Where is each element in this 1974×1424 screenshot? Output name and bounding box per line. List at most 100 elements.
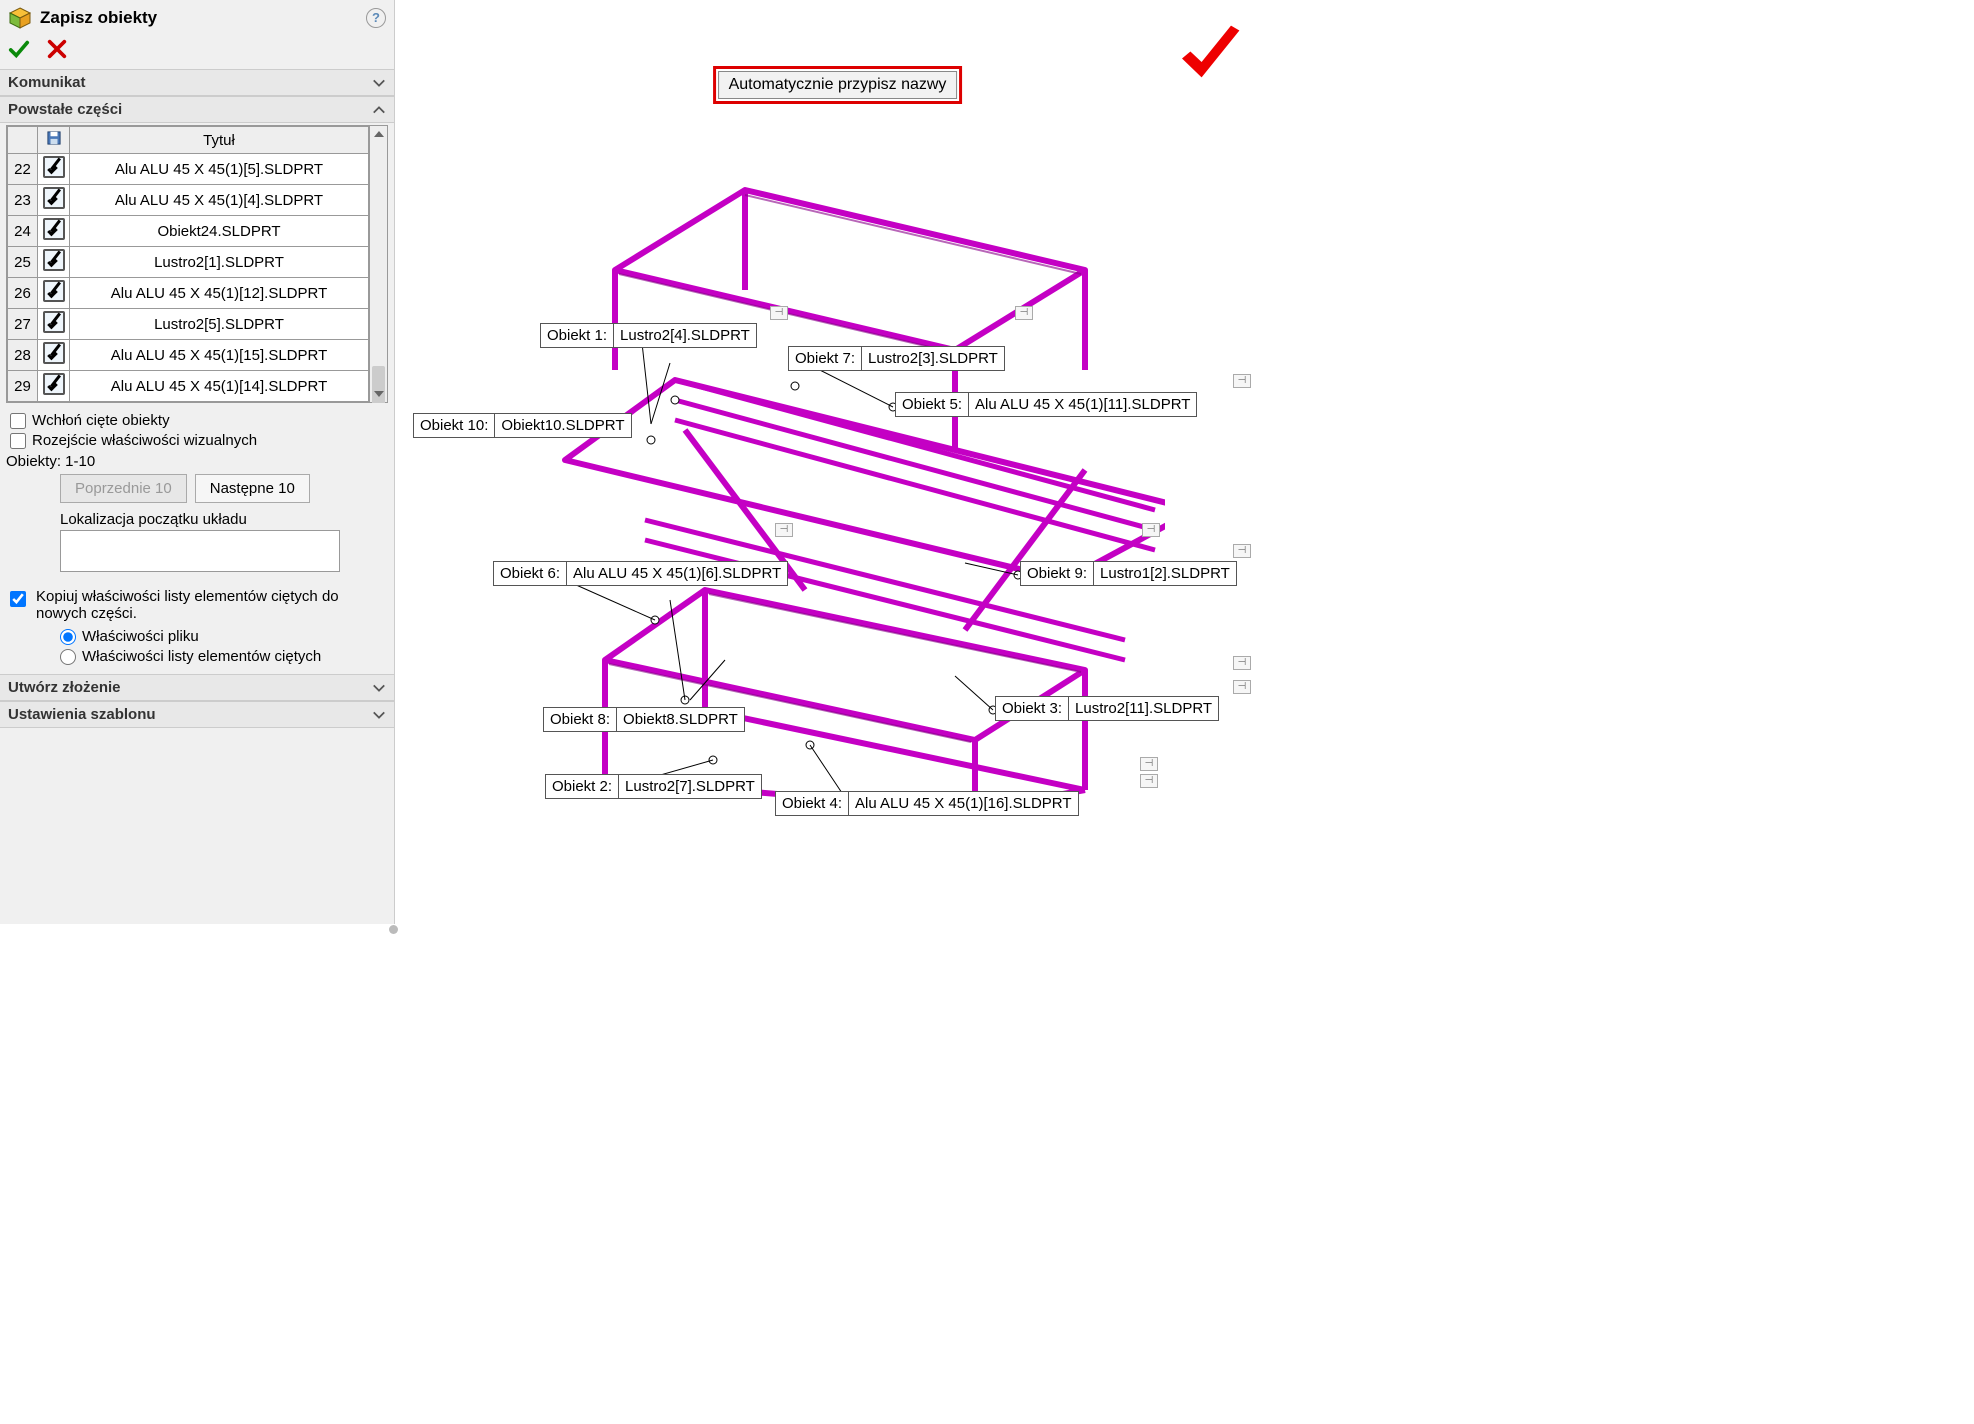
row-index: 25 xyxy=(8,247,38,278)
cancel-icon[interactable] xyxy=(46,38,68,63)
callout-key: Obiekt 10: xyxy=(414,414,495,437)
callout[interactable]: Obiekt 6:Alu ALU 45 X 45(1)[6].SLDPRT xyxy=(493,561,788,586)
callout[interactable]: Obiekt 7:Lustro2[3].SLDPRT xyxy=(788,346,1005,371)
row-title: Alu ALU 45 X 45(1)[12].SLDPRT xyxy=(70,278,369,309)
save-icon xyxy=(47,131,61,145)
callout-key: Obiekt 6: xyxy=(494,562,567,585)
chk-rozejscie[interactable] xyxy=(10,433,26,449)
pin-icon[interactable]: ⊣ xyxy=(775,523,793,537)
radio-plik[interactable] xyxy=(60,629,76,645)
section-komunikat[interactable]: Komunikat xyxy=(0,69,394,96)
table-scrollbar[interactable] xyxy=(369,126,387,402)
callout[interactable]: Obiekt 9:Lustro1[2].SLDPRT xyxy=(1020,561,1237,586)
col-index xyxy=(8,127,38,154)
row-check[interactable] xyxy=(38,278,70,309)
callout[interactable]: Obiekt 10:Obiekt10.SLDPRT xyxy=(413,413,632,438)
row-title: Lustro2[1].SLDPRT xyxy=(70,247,369,278)
row-title: Alu ALU 45 X 45(1)[15].SLDPRT xyxy=(70,340,369,371)
viewport-3d[interactable]: Automatycznie przypisz nazwy Obiek xyxy=(395,0,1280,924)
pin-icon[interactable]: ⊣ xyxy=(1142,523,1160,537)
callout-key: Obiekt 1: xyxy=(541,324,614,347)
row-index: 22 xyxy=(8,154,38,185)
next-button[interactable]: Następne 10 xyxy=(195,474,310,503)
parts-table-wrap: Tytuł 22 Alu ALU 45 X 45(1)[5].SLDPRT23 … xyxy=(6,125,388,403)
chk-wchlon[interactable] xyxy=(10,413,26,429)
row-check[interactable] xyxy=(38,309,70,340)
pin-icon[interactable]: ⊣ xyxy=(770,306,788,320)
pin-icon[interactable]: ⊣ xyxy=(1233,680,1251,694)
pin-icon[interactable]: ⊣ xyxy=(1233,374,1251,388)
callout-value: Alu ALU 45 X 45(1)[11].SLDPRT xyxy=(969,393,1196,416)
chk-kopiuj[interactable] xyxy=(10,591,26,607)
row-title: Alu ALU 45 X 45(1)[14].SLDPRT xyxy=(70,371,369,402)
section-powstale[interactable]: Powstałe części xyxy=(0,96,394,123)
row-index: 26 xyxy=(8,278,38,309)
callout-value: Obiekt8.SLDPRT xyxy=(617,708,744,731)
table-row[interactable]: 28 Alu ALU 45 X 45(1)[15].SLDPRT xyxy=(8,340,369,371)
row-index: 24 xyxy=(8,216,38,247)
row-check[interactable] xyxy=(38,371,70,402)
action-row xyxy=(0,36,394,69)
panel-resize-dot[interactable] xyxy=(389,925,398,934)
row-title: Lustro2[5].SLDPRT xyxy=(70,309,369,340)
callout-key: Obiekt 2: xyxy=(546,775,619,798)
auto-assign-highlight: Automatycznie przypisz nazwy xyxy=(713,66,963,104)
table-row[interactable]: 27 Lustro2[5].SLDPRT xyxy=(8,309,369,340)
row-title: Alu ALU 45 X 45(1)[5].SLDPRT xyxy=(70,154,369,185)
table-row[interactable]: 24 Obiekt24.SLDPRT xyxy=(8,216,369,247)
radio-lista[interactable] xyxy=(60,649,76,665)
row-index: 23 xyxy=(8,185,38,216)
callout-key: Obiekt 8: xyxy=(544,708,617,731)
panel-title: Zapisz obiekty xyxy=(40,8,366,28)
callout[interactable]: Obiekt 3:Lustro2[11].SLDPRT xyxy=(995,696,1219,721)
table-row[interactable]: 29 Alu ALU 45 X 45(1)[14].SLDPRT xyxy=(8,371,369,402)
callout-key: Obiekt 7: xyxy=(789,347,862,370)
table-row[interactable]: 25 Lustro2[1].SLDPRT xyxy=(8,247,369,278)
ok-icon[interactable] xyxy=(8,38,30,63)
pin-icon[interactable]: ⊣ xyxy=(1140,757,1158,771)
callout[interactable]: Obiekt 1:Lustro2[4].SLDPRT xyxy=(540,323,757,348)
row-check[interactable] xyxy=(38,247,70,278)
callout[interactable]: Obiekt 5:Alu ALU 45 X 45(1)[11].SLDPRT xyxy=(895,392,1197,417)
callout-value: Lustro2[3].SLDPRT xyxy=(862,347,1004,370)
section-utworz[interactable]: Utwórz złożenie xyxy=(0,674,394,701)
callout-key: Obiekt 5: xyxy=(896,393,969,416)
row-check[interactable] xyxy=(38,185,70,216)
row-check[interactable] xyxy=(38,154,70,185)
loc-input[interactable] xyxy=(60,530,340,572)
prev-button[interactable]: Poprzednie 10 xyxy=(60,474,187,503)
pin-icon[interactable]: ⊣ xyxy=(1140,774,1158,788)
col-title: Tytuł xyxy=(70,127,369,154)
table-row[interactable]: 26 Alu ALU 45 X 45(1)[12].SLDPRT xyxy=(8,278,369,309)
callout-value: Lustro2[7].SLDPRT xyxy=(619,775,761,798)
row-title: Alu ALU 45 X 45(1)[4].SLDPRT xyxy=(70,185,369,216)
row-check[interactable] xyxy=(38,216,70,247)
row-index: 27 xyxy=(8,309,38,340)
section-ustawienia[interactable]: Ustawienia szablonu xyxy=(0,701,394,728)
chevron-down-icon xyxy=(372,681,386,695)
callout-value: Alu ALU 45 X 45(1)[6].SLDPRT xyxy=(567,562,787,585)
callout-value: Obiekt10.SLDPRT xyxy=(495,414,630,437)
objects-range: Obiekty: 1-10 xyxy=(6,453,384,470)
callout-key: Obiekt 9: xyxy=(1021,562,1094,585)
callout[interactable]: Obiekt 8:Obiekt8.SLDPRT xyxy=(543,707,745,732)
help-icon[interactable]: ? xyxy=(366,8,386,28)
row-index: 29 xyxy=(8,371,38,402)
options-area: Wchłoń cięte obiekty Rozejście właściwoś… xyxy=(0,403,394,674)
pin-icon[interactable]: ⊣ xyxy=(1233,544,1251,558)
chevron-down-icon xyxy=(372,708,386,722)
auto-assign-button[interactable]: Automatycznie przypisz nazwy xyxy=(718,71,958,99)
callout-value: Lustro2[11].SLDPRT xyxy=(1069,697,1218,720)
callout[interactable]: Obiekt 4:Alu ALU 45 X 45(1)[16].SLDPRT xyxy=(775,791,1079,816)
scroll-down-icon[interactable] xyxy=(370,386,388,402)
property-panel: Zapisz obiekty ? Komunikat Powstałe częś… xyxy=(0,0,395,924)
scroll-up-icon[interactable] xyxy=(370,126,388,142)
table-row[interactable]: 22 Alu ALU 45 X 45(1)[5].SLDPRT xyxy=(8,154,369,185)
table-row[interactable]: 23 Alu ALU 45 X 45(1)[4].SLDPRT xyxy=(8,185,369,216)
callout-value: Alu ALU 45 X 45(1)[16].SLDPRT xyxy=(849,792,1078,815)
callout-value: Lustro1[2].SLDPRT xyxy=(1094,562,1236,585)
pin-icon[interactable]: ⊣ xyxy=(1233,656,1251,670)
row-check[interactable] xyxy=(38,340,70,371)
callout[interactable]: Obiekt 2:Lustro2[7].SLDPRT xyxy=(545,774,762,799)
pin-icon[interactable]: ⊣ xyxy=(1015,306,1033,320)
